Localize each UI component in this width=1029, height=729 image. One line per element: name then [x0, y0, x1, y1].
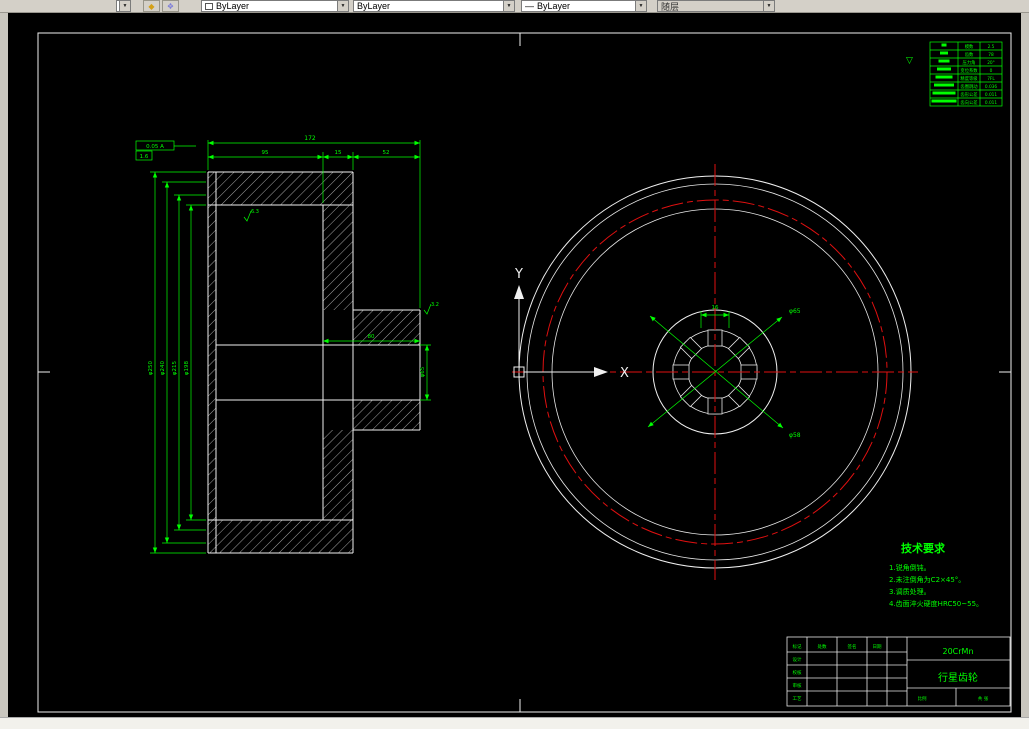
color-combo-value: ByLayer: [216, 1, 250, 11]
table-cell: 0: [990, 68, 993, 74]
datum-frame-value: 1.6: [140, 154, 149, 160]
tech-req-item: 4.齿面淬火硬度HRC50~55。: [889, 599, 983, 608]
table-cell: 7FL: [987, 76, 995, 82]
linetype-control-combo[interactable]: ByLayer ▼: [353, 0, 515, 12]
title-cell: 工艺: [793, 696, 802, 702]
title-cell: 比例: [918, 695, 927, 702]
plotstyle-control-combo: 随层 ▼: [657, 0, 775, 12]
tech-req-title: 技术要求: [901, 541, 946, 555]
title-cell: 标记: [793, 643, 802, 650]
dim-dia-1: φ250: [148, 360, 154, 375]
dropdown-arrow-icon[interactable]: ▼: [635, 1, 646, 11]
surface-finish-icon: ▽: [906, 56, 913, 66]
linetype-combo-value: ByLayer: [357, 1, 391, 11]
dim-c: 52: [383, 150, 390, 156]
table-cell: 压力角: [963, 59, 976, 66]
plotstyle-combo-value: 随层: [658, 1, 763, 11]
ucs-x-label: X: [620, 366, 629, 381]
dim-hub-length: 80: [368, 334, 375, 340]
roughness-2: 3.2: [431, 302, 439, 308]
layers-icon: ❖: [166, 1, 175, 11]
table-cell: 精度等级: [960, 75, 978, 82]
dim-spline-dia-1: φ65: [789, 308, 801, 315]
title-cell: 审核: [793, 682, 802, 689]
status-bar: [0, 717, 1029, 729]
dim-a: 95: [262, 150, 269, 156]
table-cell: 2.5: [988, 44, 995, 50]
table-cell: 0.011: [985, 92, 998, 98]
title-cell: 处数: [818, 643, 827, 650]
table-cell: 20°: [987, 60, 995, 66]
part-name: 行星齿轮: [938, 671, 978, 684]
color-swatch-icon: [205, 2, 213, 10]
table-cell: 78: [988, 52, 994, 58]
dim-overall-width: 172: [304, 135, 316, 142]
title-cell: 日期: [873, 644, 882, 650]
ucs-y-label: Y: [514, 267, 523, 282]
dropdown-arrow-icon: ▼: [763, 1, 774, 11]
table-cell: 齿形公差: [960, 91, 978, 98]
make-object-layer-current-button[interactable]: ◆: [143, 0, 160, 12]
dim-spline-dia-2: φ58: [789, 432, 801, 439]
dim-keyway-width: 16: [712, 305, 719, 311]
table-cell: 变位系数: [960, 67, 978, 74]
tolerance-frame-value: 0.05 A: [146, 144, 164, 150]
drawing-area[interactable]: 172 95 15 52 φ250 φ240 φ215 φ198 80 φ65 …: [0, 0, 1029, 729]
table-cell: 模数: [965, 43, 974, 50]
dropdown-arrow-icon[interactable]: ▼: [119, 1, 130, 11]
dim-bore-dia: φ65: [420, 366, 426, 377]
table-cell: 齿数: [965, 51, 974, 58]
tech-req-item: 2.未注倒角为C2×45°。: [889, 575, 965, 584]
title-cell: 签名: [848, 643, 857, 650]
title-cell: 校核: [793, 669, 802, 676]
table-cell: 齿圈跳动: [960, 83, 978, 90]
table-cell: 0.011: [985, 100, 998, 106]
lineweight-preview-icon: —: [525, 1, 534, 11]
roughness-1: 6.3: [251, 209, 259, 215]
color-control-combo[interactable]: ByLayer ▼: [201, 0, 349, 12]
object-properties-toolbar: ▼ ◆ ❖ ByLayer ▼ ByLayer ▼ — ByLayer ▼ 随层…: [0, 0, 1029, 13]
layer-diamond-icon: ◆: [148, 1, 155, 11]
lineweight-control-combo[interactable]: — ByLayer ▼: [521, 0, 647, 12]
table-cell: 齿向公差: [960, 99, 978, 106]
layer-previous-button[interactable]: ❖: [162, 0, 179, 12]
dropdown-arrow-icon[interactable]: ▼: [503, 1, 514, 11]
dim-b: 15: [335, 150, 342, 156]
dim-dia-2: φ240: [160, 360, 166, 375]
dim-dia-4: φ198: [184, 360, 190, 375]
tech-req-item: 1.锐角倒钝。: [889, 563, 931, 572]
lineweight-combo-value: ByLayer: [537, 1, 571, 11]
title-cell: 设计: [793, 656, 802, 663]
layer-combo-partial[interactable]: ▼: [116, 0, 131, 12]
dropdown-arrow-icon[interactable]: ▼: [337, 1, 348, 11]
dim-dia-3: φ215: [172, 360, 178, 375]
material-spec: 20CrMn: [942, 647, 973, 656]
tech-req-item: 3.调质处理。: [889, 587, 931, 596]
table-cell: 0.036: [985, 84, 998, 90]
title-cell: 共 张: [978, 695, 989, 702]
